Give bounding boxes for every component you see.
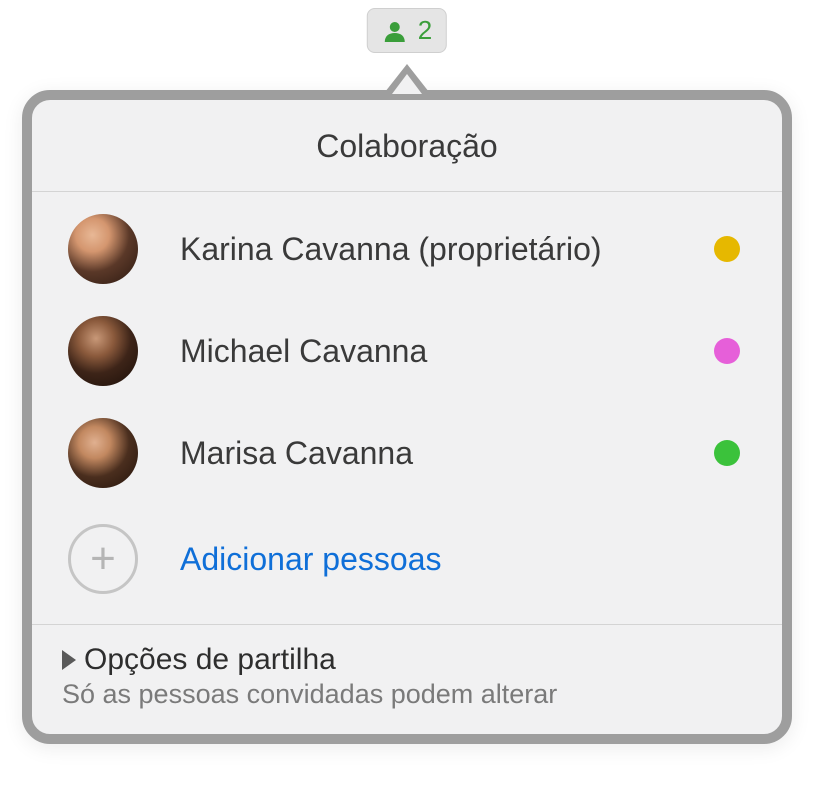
add-people-button[interactable]: + Adicionar pessoas	[32, 504, 782, 624]
popover-arrow	[385, 64, 429, 92]
person-icon	[382, 18, 408, 44]
collaboration-popover: Colaboração Karina Cavanna (proprietário…	[22, 64, 792, 744]
share-options-header: Opções de partilha	[62, 643, 752, 677]
participants-list: Karina Cavanna (proprietário) Michael Ca…	[32, 192, 782, 624]
participant-name: Marisa Cavanna	[180, 435, 672, 472]
presence-dot	[714, 440, 740, 466]
avatar	[68, 316, 138, 386]
share-options-subtitle: Só as pessoas convidadas podem alterar	[62, 679, 752, 710]
popover-title: Colaboração	[32, 128, 782, 165]
presence-dot	[714, 236, 740, 262]
share-options-title: Opções de partilha	[84, 643, 336, 677]
avatar	[68, 214, 138, 284]
participant-row[interactable]: Marisa Cavanna	[32, 402, 782, 504]
participant-row-owner[interactable]: Karina Cavanna (proprietário)	[32, 198, 782, 300]
participant-name: Karina Cavanna (proprietário)	[180, 231, 672, 268]
participant-row[interactable]: Michael Cavanna	[32, 300, 782, 402]
popover-body: Colaboração Karina Cavanna (proprietário…	[22, 90, 792, 744]
presence-dot	[714, 338, 740, 364]
popover-header: Colaboração	[32, 100, 782, 192]
avatar	[68, 418, 138, 488]
participant-name: Michael Cavanna	[180, 333, 672, 370]
collaboration-trigger-button[interactable]: 2	[367, 8, 447, 53]
share-options-toggle[interactable]: Opções de partilha Só as pessoas convida…	[32, 624, 782, 734]
add-people-label: Adicionar pessoas	[180, 541, 441, 578]
plus-icon: +	[68, 524, 138, 594]
disclosure-triangle-icon	[62, 650, 76, 670]
participant-count: 2	[418, 15, 432, 46]
